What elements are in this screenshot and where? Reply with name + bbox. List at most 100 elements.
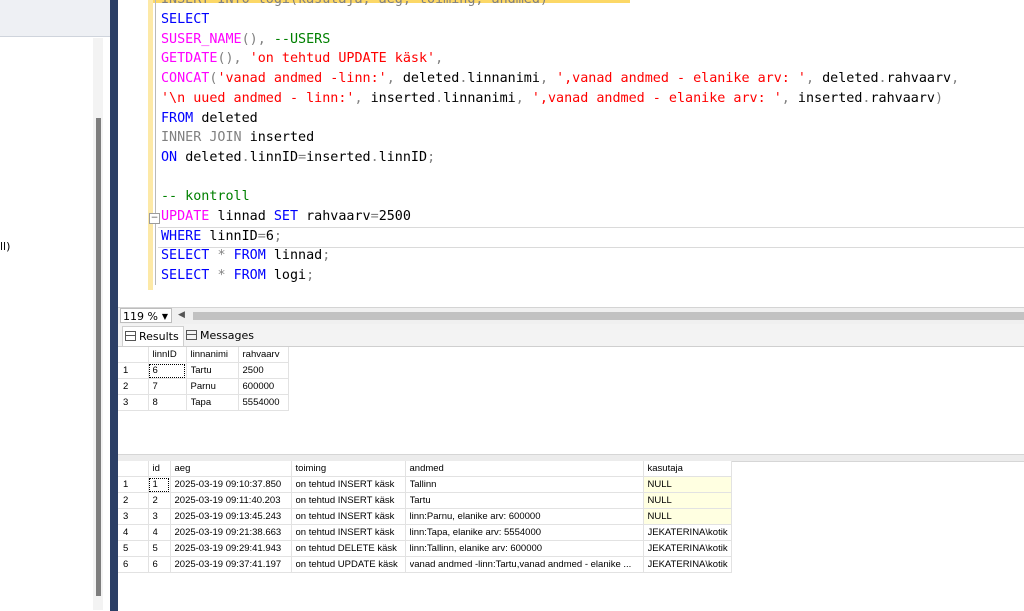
column-header[interactable]: linnanimi [186, 347, 239, 363]
grid-cell[interactable]: 2025-03-19 09:11:40.203 [170, 492, 292, 509]
object-explorer-node-text[interactable]: ll) [0, 240, 10, 253]
grid-cell[interactable]: JEKATERINA\kotik [643, 540, 732, 557]
table-row[interactable]: 3 3 2025-03-19 09:13:45.243 on tehtud INSER… [118, 508, 732, 525]
results-grid-logi[interactable]: id aeg toiming andmed kasutaja 1 1 2025-03-19 … [118, 461, 732, 573]
code-line[interactable]: CONCAT('vanad andmed -linn:', deleted.li… [161, 69, 959, 89]
row-number[interactable]: 3 [118, 508, 149, 525]
column-header[interactable]: aeg [170, 461, 292, 477]
tab-messages[interactable]: Messages [184, 326, 258, 345]
code-token: 2500 [378, 209, 411, 224]
code-line[interactable]: UPDATE linnad SET rahvaarv=2500 [161, 207, 411, 227]
column-header[interactable]: andmed [405, 461, 644, 477]
panel-splitter[interactable] [110, 0, 118, 611]
row-header-corner[interactable] [118, 347, 149, 363]
code-line[interactable]: '\n uued andmed - linn:', inserted.linna… [161, 89, 943, 109]
grid-cell[interactable]: 4 [148, 524, 171, 541]
grid-cell[interactable]: 7 [148, 378, 187, 395]
code-line[interactable]: GETDATE(), 'on tehtud UPDATE käsk', [161, 49, 443, 69]
grid-cell[interactable]: Parnu [186, 378, 239, 395]
column-header[interactable]: kasutaja [643, 461, 732, 477]
code-line[interactable]: WHERE linnID=6; [161, 227, 282, 247]
object-explorer-scroll-thumb[interactable] [96, 118, 101, 596]
grid-cell[interactable]: linn:Parnu, elanike arv: 600000 [405, 508, 644, 525]
grid-cell[interactable]: 5554000 [238, 394, 289, 411]
grid-cell[interactable]: 6 [148, 362, 187, 379]
grid-cell[interactable]: 6 [148, 556, 171, 573]
grid-cell[interactable]: linn:Tallinn, elanike arv: 600000 [405, 540, 644, 557]
row-number[interactable]: 2 [118, 492, 149, 509]
grid-cell[interactable]: Tartu [405, 492, 644, 509]
query-editor[interactable]: − INSERT INTO logi(kasutaja, aeg, toimin… [118, 0, 1024, 307]
column-header[interactable]: linnID [148, 347, 187, 363]
grid-cell[interactable]: JEKATERINA\kotik [643, 524, 732, 541]
column-header[interactable]: id [148, 461, 171, 477]
code-line[interactable]: INNER JOIN inserted [161, 128, 314, 148]
row-header-corner[interactable] [118, 461, 149, 477]
grid-cell[interactable]: on tehtud INSERT käsk [291, 524, 406, 541]
grid-cell[interactable]: on tehtud INSERT käsk [291, 476, 406, 493]
grid-cell[interactable]: JEKATERINA\kotik [643, 556, 732, 573]
grid-cell[interactable]: 2025-03-19 09:37:41.197 [170, 556, 292, 573]
grid-cell[interactable]: 2025-03-19 09:21:38.663 [170, 524, 292, 541]
grid-cell[interactable]: 2 [148, 492, 171, 509]
grid-cell[interactable]: NULL [643, 492, 732, 509]
code-line[interactable]: SELECT * FROM logi; [161, 266, 314, 286]
collapse-toggle-icon[interactable]: − [149, 213, 160, 224]
code-token: linnad [273, 248, 323, 264]
row-number[interactable]: 6 [118, 556, 149, 573]
code-line[interactable]: SUSER_NAME(), --USERS [161, 30, 330, 50]
grid-cell[interactable]: 2025-03-19 09:10:37.850 [170, 476, 292, 493]
code-token: deleted [402, 71, 460, 87]
grid-cell[interactable]: 1 [148, 476, 171, 493]
grid-cell[interactable]: on tehtud UPDATE käsk [291, 556, 406, 573]
row-number[interactable]: 1 [118, 362, 149, 379]
column-header[interactable]: rahvaarv [238, 347, 289, 363]
column-header[interactable]: toiming [291, 461, 406, 477]
zoom-dropdown[interactable]: 119 % ▼ [120, 308, 172, 323]
grid-cell[interactable]: 5 [148, 540, 171, 557]
grid-cell[interactable]: Tapa [186, 394, 239, 411]
table-row[interactable]: 2 2 2025-03-19 09:11:40.203 on tehtud INSER… [118, 492, 732, 509]
grid-cell[interactable]: vanad andmed -linn:Tartu,vanad andmed - … [405, 556, 644, 573]
table-row[interactable]: 1 1 2025-03-19 09:10:37.850 on tehtud INSER… [118, 476, 732, 493]
grid-cell[interactable]: 3 [148, 508, 171, 525]
code-token: linnID [209, 228, 258, 244]
grid-cell[interactable]: on tehtud INSERT käsk [291, 508, 406, 525]
grid-cell[interactable]: NULL [643, 508, 732, 525]
table-row[interactable]: 5 5 2025-03-19 09:29:41.943 on tehtud DELET… [118, 540, 732, 557]
row-number[interactable]: 2 [118, 378, 149, 395]
table-row[interactable]: 3 8 Tapa 5554000 [118, 394, 289, 411]
grid-cell[interactable]: 2500 [238, 362, 289, 379]
row-number[interactable]: 5 [118, 540, 149, 557]
row-number[interactable]: 3 [118, 394, 149, 411]
tab-results[interactable]: Results [122, 326, 184, 346]
grid-cell[interactable]: 2025-03-19 09:29:41.943 [170, 540, 292, 557]
table-row[interactable]: 1 6 Tartu 2500 [118, 362, 289, 379]
grid-cell[interactable]: 2025-03-19 09:13:45.243 [170, 508, 292, 525]
grid-cell[interactable]: on tehtud DELETE käsk [291, 540, 406, 557]
code-line[interactable]: -- kontroll [161, 187, 250, 207]
code-line[interactable]: SELECT * FROM linnad; [161, 246, 330, 266]
results-grid-linnad[interactable]: linnID linnanimi rahvaarv 1 6 Tartu 2500 2 7 Par… [118, 347, 289, 411]
grid-cell[interactable]: 600000 [238, 378, 289, 395]
grid-cell[interactable]: linn:Tapa, elanike arv: 5554000 [405, 524, 644, 541]
table-row[interactable]: 4 4 2025-03-19 09:21:38.663 on tehtud INSER… [118, 524, 732, 541]
table-row[interactable]: 2 7 Parnu 600000 [118, 378, 289, 395]
scroll-left-icon[interactable]: ◀ [178, 310, 185, 320]
grid-cell[interactable]: Tartu [186, 362, 239, 379]
grid-cell[interactable]: on tehtud INSERT käsk [291, 492, 406, 509]
grid-cell[interactable]: 8 [148, 394, 187, 411]
code-line[interactable]: SELECT [161, 10, 209, 30]
cell-text: 3 [123, 397, 129, 408]
row-number[interactable]: 1 [118, 476, 149, 493]
grid-cell[interactable]: NULL [643, 476, 732, 493]
table-row[interactable]: 6 6 2025-03-19 09:37:41.197 on tehtud UPDAT… [118, 556, 732, 573]
horizontal-scroll-thumb[interactable] [193, 312, 1024, 320]
code-token: . [241, 149, 250, 165]
grid-cell[interactable]: Tallinn [405, 476, 644, 493]
code-line[interactable]: FROM deleted [161, 109, 258, 129]
cell-text: 3 [152, 511, 158, 522]
code-line-clipped[interactable]: INSERT INTO logi(kasutaja, aeg, toiming,… [161, 0, 548, 10]
code-line[interactable]: ON deleted.linnID=inserted.linnID; [161, 148, 435, 168]
row-number[interactable]: 4 [118, 524, 149, 541]
